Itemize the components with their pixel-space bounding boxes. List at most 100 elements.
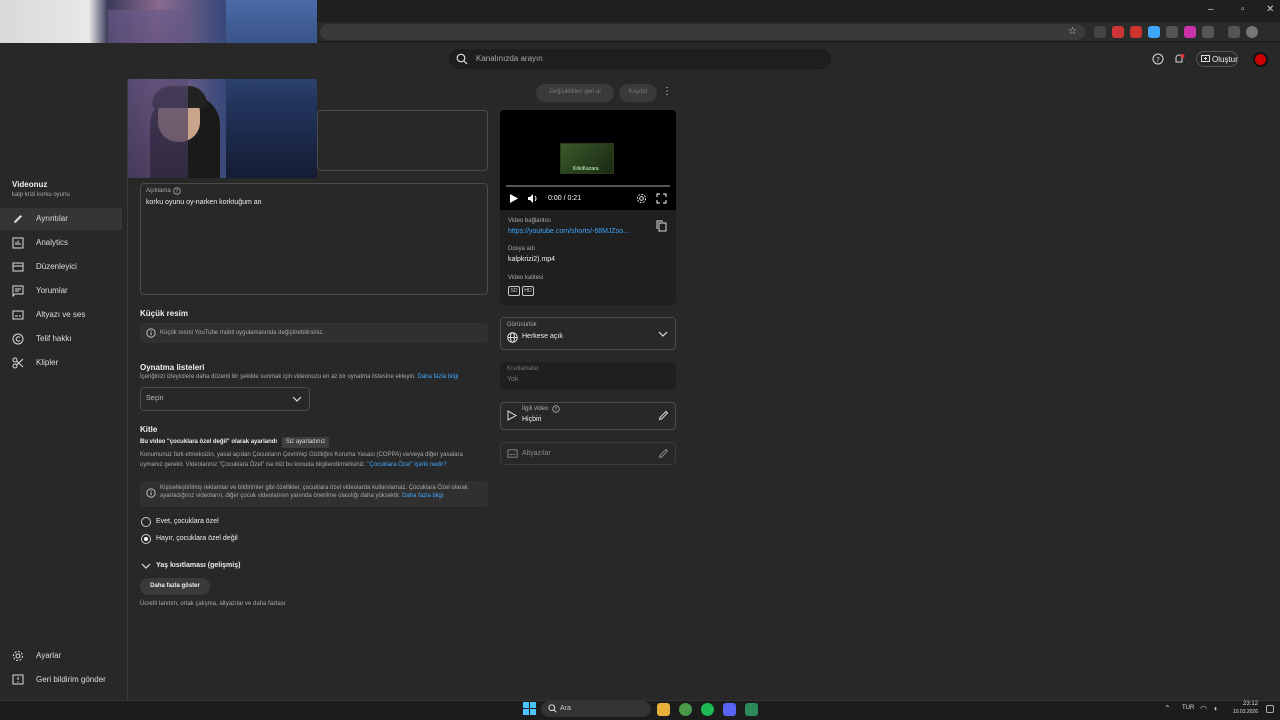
visibility-value: Herkese açık — [522, 333, 563, 340]
edit-pencil-icon[interactable] — [658, 448, 669, 459]
video-preview-frame: KrikiKazara — [560, 143, 614, 174]
radio-made-for-kids-no[interactable] — [141, 534, 151, 544]
playlist-select[interactable] — [140, 387, 310, 411]
show-more-button[interactable]: Daha fazla göster — [140, 578, 210, 595]
volume-icon[interactable] — [527, 193, 539, 204]
svg-text:?: ? — [1156, 56, 1160, 64]
extension-icon[interactable] — [1184, 26, 1196, 38]
tray-arrow-icon[interactable]: ⌃ — [1164, 704, 1171, 713]
spotify-icon[interactable] — [701, 703, 714, 716]
extension-icon[interactable] — [1148, 26, 1160, 38]
channel-avatar[interactable] — [1253, 52, 1268, 67]
audience-title: Kitle — [140, 425, 158, 434]
svg-text:?: ? — [555, 407, 558, 413]
analytics-icon — [12, 237, 24, 249]
notifications-bell-icon[interactable] — [1173, 53, 1185, 65]
thumbnail-caption: KrikiKazara — [573, 166, 599, 172]
play-icon[interactable] — [509, 193, 519, 204]
learn-more-link[interactable]: Daha fazla bilgi — [417, 374, 458, 380]
related-video-value: Hiçbiri — [522, 416, 542, 423]
show-more-description: Ücretli tanıtım, ortak çalışma, altyazıl… — [140, 601, 286, 607]
extension-icon[interactable] — [1166, 26, 1178, 38]
more-options-icon[interactable]: ⋮ — [662, 86, 672, 97]
video-progress-track[interactable] — [506, 185, 670, 187]
sidebar — [0, 79, 128, 700]
radio-made-for-kids-yes[interactable] — [141, 517, 151, 527]
discord-icon[interactable] — [723, 703, 736, 716]
more-info-link[interactable]: Daha fazla bilgi — [402, 493, 443, 499]
edit-pencil-icon[interactable] — [658, 410, 669, 421]
restrictions-label: Kısıtlamalar — [507, 366, 539, 372]
volume-icon[interactable]: ◖ — [1213, 704, 1218, 713]
title-field[interactable] — [317, 110, 488, 171]
settings-gear-icon[interactable] — [636, 193, 647, 204]
search-icon — [548, 704, 557, 713]
maximize-button[interactable]: ▫ — [1241, 4, 1245, 15]
audience-info-line2: ayarladığınız videoların, diğer çocuk vi… — [160, 493, 444, 499]
info-icon — [146, 488, 156, 498]
video-link-label: Video bağlantısı — [508, 218, 551, 224]
copy-icon[interactable] — [656, 220, 667, 232]
wifi-icon[interactable]: ◠ — [1200, 704, 1207, 713]
playlist-select-value: Seçin — [146, 395, 164, 402]
help-circle-icon: ? — [173, 187, 181, 195]
close-window-button[interactable]: ✕ — [1266, 4, 1274, 15]
bookmark-star-icon[interactable]: ☆ — [1068, 26, 1077, 37]
thumbnail-info-text: Küçük resmi YouTube mobil uygulamasında … — [160, 330, 324, 336]
comments-icon — [12, 285, 24, 297]
playlists-description: İçeriğinizi izleyicilere daha düzenli bi… — [140, 374, 459, 380]
extension-icon[interactable] — [1112, 26, 1124, 38]
file-name: kalpkrizi2).mp4 — [508, 256, 556, 263]
sidebar-title: Videonuz — [12, 180, 48, 189]
clock-date[interactable]: 10.03.2026 — [1224, 709, 1258, 715]
language-indicator[interactable]: TUR — [1182, 705, 1194, 711]
chevron-down-icon — [658, 330, 668, 338]
file-name-label: Dosya adı — [508, 246, 536, 252]
sidebar-subtitle: kalp krizi korku oyunu — [12, 192, 70, 198]
taskbar-search[interactable]: Ara — [541, 701, 651, 717]
help-circle-icon: ? — [552, 405, 560, 413]
chevron-down-icon[interactable] — [141, 562, 151, 570]
extension-icon[interactable] — [1130, 26, 1142, 38]
description-text[interactable]: korku oyunu oy-narken korktuğum an — [146, 199, 262, 206]
made-for-kids-link[interactable]: "Çocuklara Özel" içerik nedir? — [367, 462, 446, 468]
clock-time[interactable]: 23:12 — [1230, 701, 1258, 707]
playlists-title: Oynatma listeleri — [140, 363, 205, 372]
minimize-button[interactable]: – — [1208, 4, 1214, 15]
editor-icon — [12, 261, 24, 273]
subtitles-icon — [507, 448, 518, 459]
reading-list-icon[interactable] — [1228, 26, 1240, 38]
chrome-icon[interactable] — [679, 703, 692, 716]
save-button[interactable]: Kaydet — [619, 84, 657, 102]
create-video-icon — [1201, 54, 1210, 63]
address-bar[interactable] — [320, 24, 1085, 40]
svg-text:?: ? — [176, 189, 179, 195]
visibility-label: Görünürlük — [507, 322, 537, 328]
globe-icon — [507, 332, 518, 343]
video-quality-label: Video kalitesi — [508, 275, 544, 281]
help-icon[interactable]: ? — [1152, 53, 1164, 65]
self-set-badge: Siz ayarladınız — [282, 437, 329, 448]
restrictions-value: Yok — [507, 376, 519, 383]
copyright-icon — [12, 333, 24, 345]
hd-badge-icon: HD — [522, 286, 534, 296]
thumbnail-title: Küçük resim — [140, 309, 189, 318]
extensions-puzzle-icon[interactable] — [1202, 26, 1214, 38]
extension-icon[interactable] — [1094, 26, 1106, 38]
windows-start-icon[interactable] — [523, 702, 536, 715]
info-icon — [146, 328, 156, 338]
age-restriction-toggle[interactable]: Yaş kısıtlaması (gelişmiş) — [156, 562, 240, 569]
sd-badge-icon: SD — [508, 286, 520, 296]
play-outline-icon — [507, 410, 517, 421]
video-link[interactable]: https://youtube.com/shorts/-68MJZso... — [508, 228, 629, 235]
undo-changes-button[interactable]: Değişiklikleri geri al — [536, 84, 614, 102]
radio-no-label: Hayır, çocuklara özel değil — [156, 535, 238, 542]
profile-avatar-icon[interactable] — [1246, 26, 1258, 38]
notification-center-icon[interactable] — [1266, 705, 1274, 713]
app-icon[interactable] — [745, 703, 758, 716]
channel-search-input[interactable]: Kanalınızda arayın — [449, 49, 831, 69]
gear-icon — [12, 650, 24, 662]
file-explorer-icon[interactable] — [657, 703, 670, 716]
fullscreen-icon[interactable] — [656, 193, 667, 204]
pencil-icon — [12, 213, 24, 225]
